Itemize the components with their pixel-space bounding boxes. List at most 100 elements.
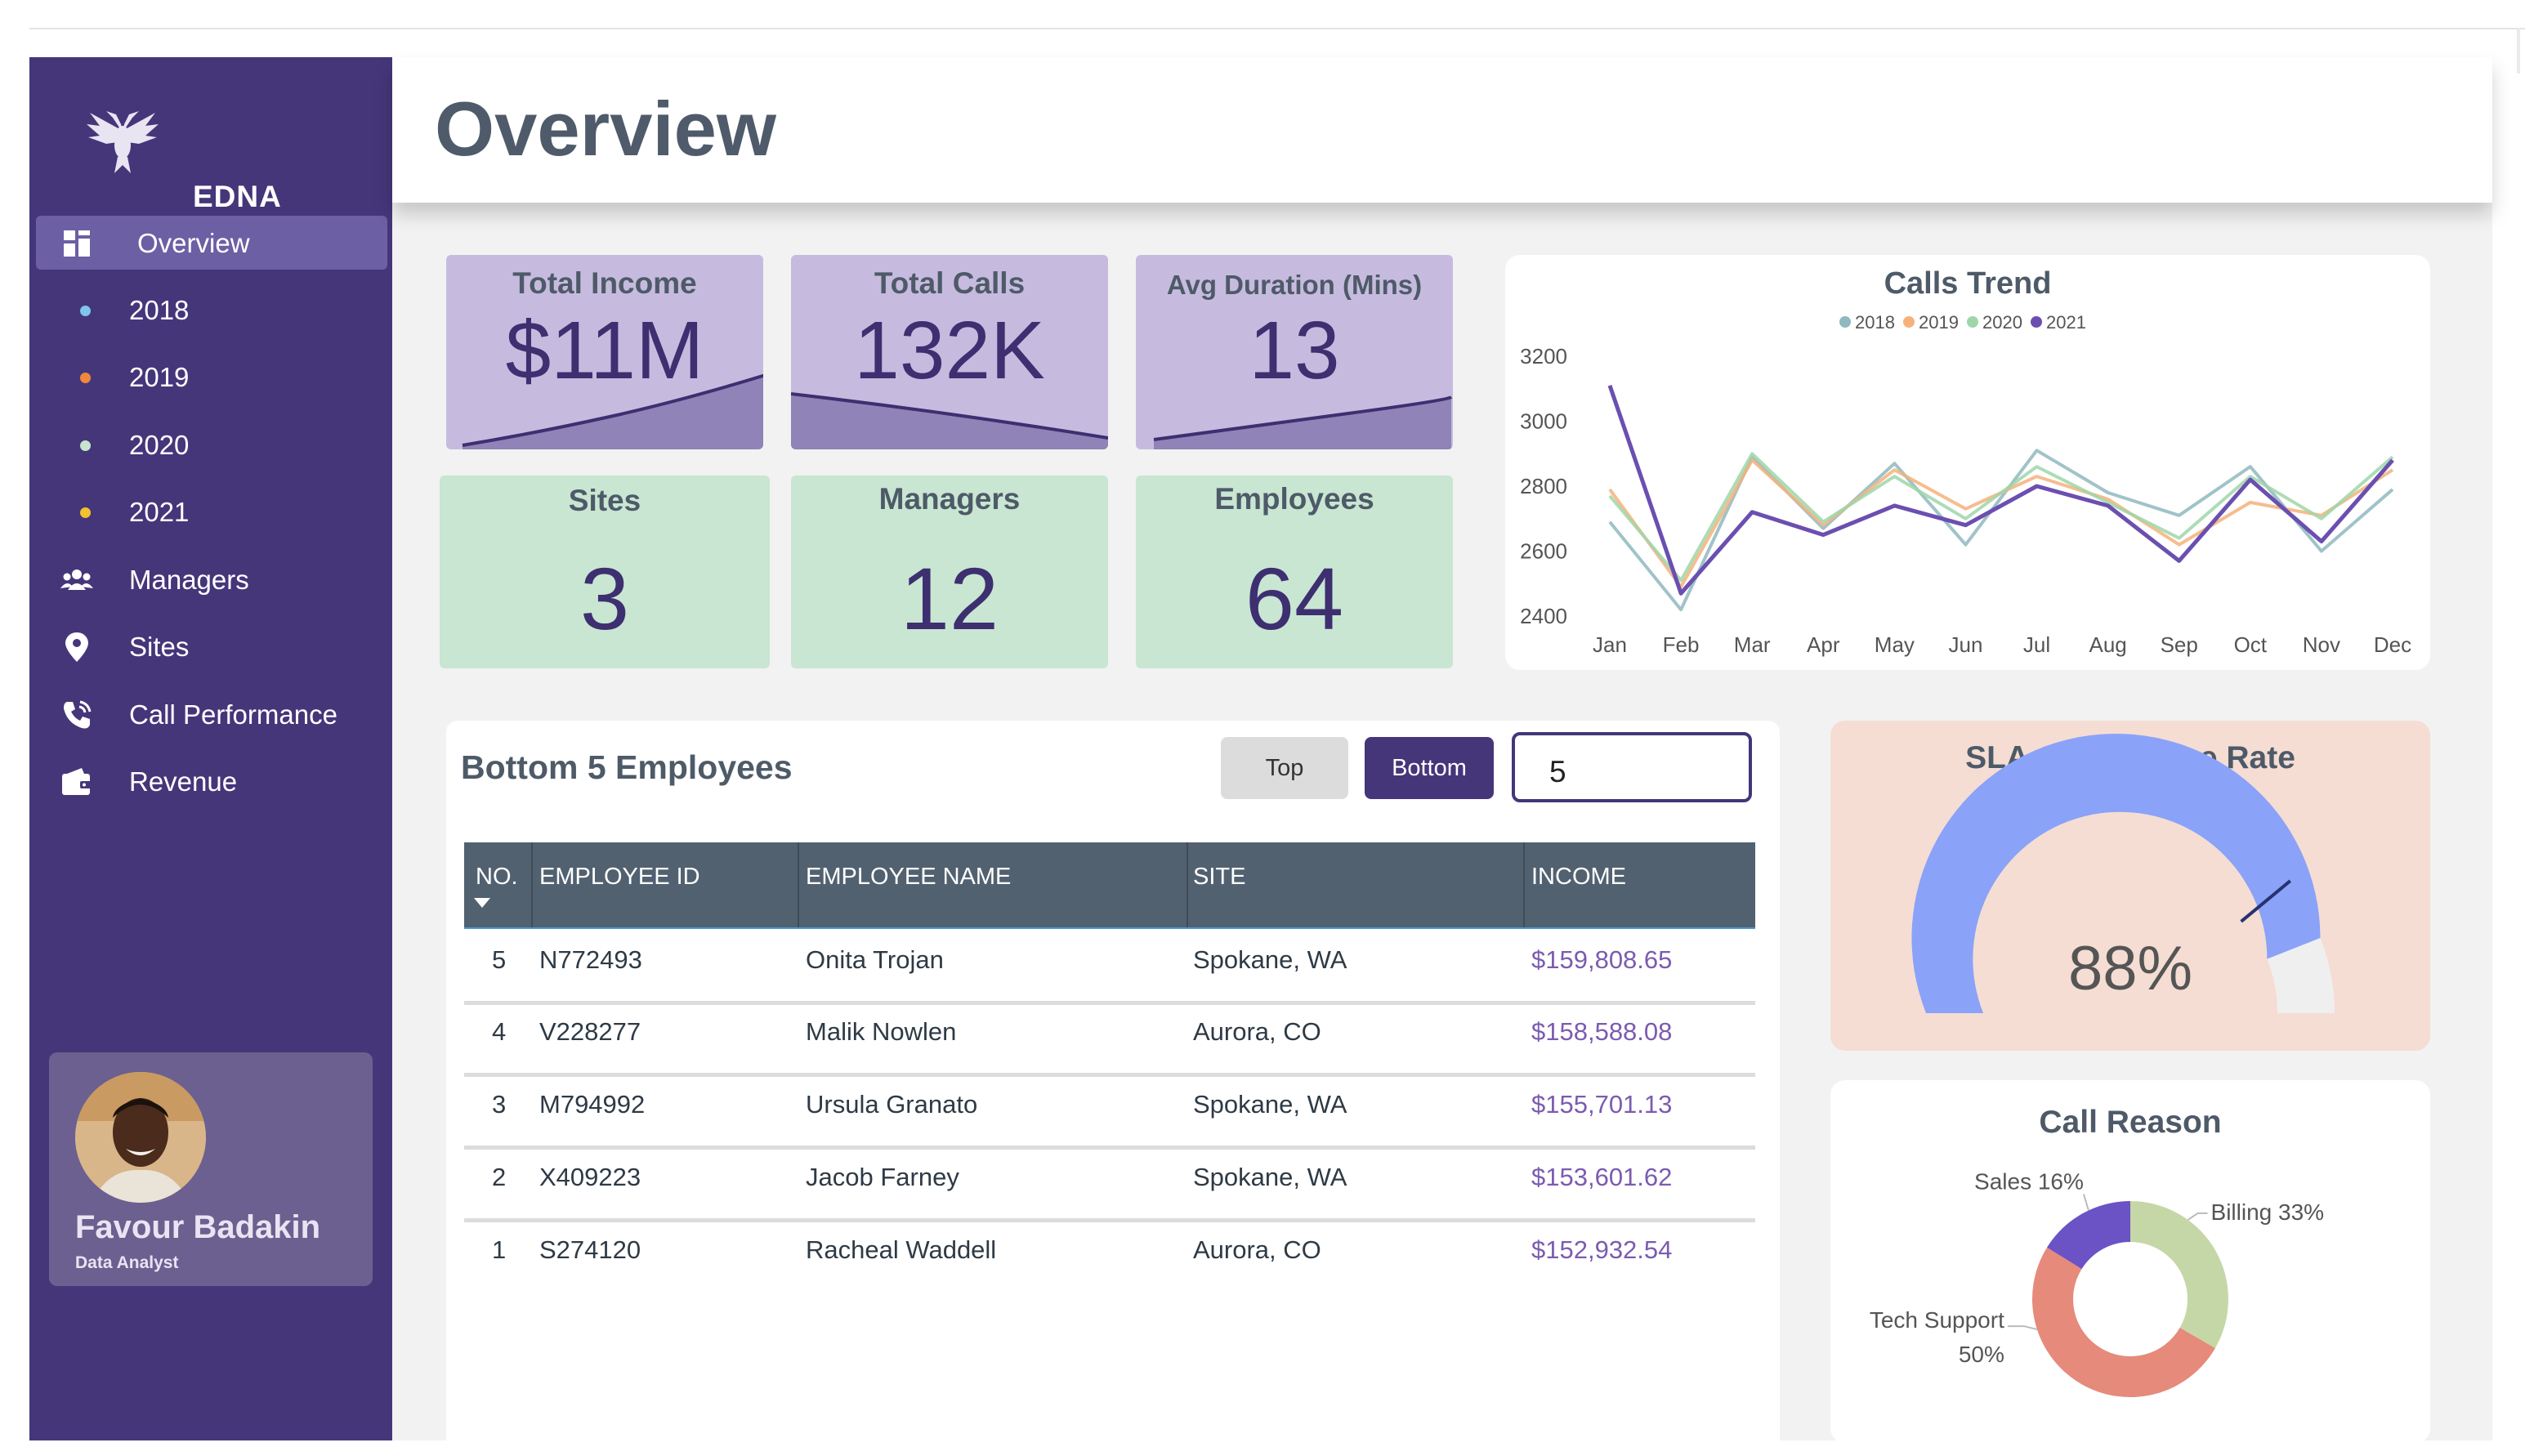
series-line-2019	[1608, 458, 2394, 589]
sparkline-area	[462, 373, 763, 449]
kpi-sites: Sites 3	[440, 476, 770, 668]
cell-no: 2	[492, 1163, 507, 1191]
wallet-icon	[62, 768, 92, 795]
column-divider	[531, 842, 533, 927]
sidebar-item-label: 2018	[129, 295, 190, 325]
kpi-managers: Managers 12	[791, 476, 1108, 668]
cell-site: Aurora, CO	[1193, 1017, 1321, 1046]
sidebar-item-sites[interactable]: Sites	[36, 619, 387, 673]
cell-no: 5	[492, 945, 507, 974]
people-icon	[60, 569, 93, 590]
table-row[interactable]: 2 X409223 Jacob Farney Spokane, WA $153,…	[464, 1146, 1755, 1222]
employee-count-value: 5	[1549, 755, 1566, 788]
cell-income: $152,932.54	[1531, 1235, 1673, 1264]
sidebar-item-2019[interactable]: 2019	[36, 350, 387, 404]
table-row[interactable]: 5 N772493 Onita Trojan Spokane, WA $159,…	[464, 927, 1755, 1005]
sidebar-item-2018[interactable]: 2018	[36, 283, 387, 337]
legend-marker	[1839, 316, 1851, 328]
legend-marker	[2031, 316, 2042, 328]
sidebar-item-revenue[interactable]: Revenue	[36, 754, 387, 808]
series-line-2020	[1608, 452, 2394, 583]
leader-line	[2007, 1325, 2038, 1331]
call-reason-card: Call Reason Billing 33% Tech Support 50% Sa…	[1830, 1080, 2430, 1443]
column-header-income[interactable]: INCOME	[1531, 864, 1626, 891]
cell-employee-name: Onita Trojan	[806, 945, 944, 974]
sidebar-item-2021[interactable]: 2021	[36, 485, 387, 538]
slice-label-tech-support: Tech Support	[1870, 1307, 2004, 1333]
sidebar-item-2020[interactable]: 2020	[36, 418, 387, 471]
sla-card: SLA Compliance Rate 88%	[1830, 721, 2430, 1051]
top-toggle-button[interactable]: Top	[1221, 737, 1348, 799]
sparkline-area	[791, 392, 1108, 449]
x-tick-label: Mar	[1734, 632, 1771, 657]
year-dot-icon	[80, 507, 91, 518]
y-tick-label: 2400	[1520, 604, 1567, 628]
dashboard-icon	[64, 230, 90, 257]
slice-label-billing: Billing 33%	[2211, 1199, 2325, 1225]
kpi-total-income: Total Income $11M	[446, 255, 763, 449]
column-header-employee-name[interactable]: EMPLOYEE NAME	[806, 864, 1011, 891]
call-reason-donut-chart: Billing 33% Tech Support 50% Sales 16%	[1870, 1168, 2325, 1398]
kpi-avg-duration: Avg Duration (Mins) 13	[1136, 255, 1453, 449]
logo: EDNA	[82, 108, 376, 213]
sidebar-item-managers[interactable]: Managers	[36, 552, 387, 606]
kpi-title: Avg Duration (Mins)	[1166, 270, 1423, 300]
bottom-toggle-button[interactable]: Bottom	[1365, 737, 1494, 799]
employees-card: Bottom 5 Employees Top Bottom 5 NO. EMPL…	[446, 721, 1780, 1456]
kpi-title: Managers	[878, 482, 1021, 516]
column-header-site[interactable]: SITE	[1193, 864, 1245, 891]
legend-label: 2021	[2046, 312, 2086, 333]
cell-employee-name: Ursula Granato	[806, 1090, 978, 1119]
table-row[interactable]: 4 V228277 Malik Nowlen Aurora, CO $158,5…	[464, 1001, 1755, 1077]
profile-role: Data Analyst	[75, 1253, 179, 1272]
year-dot-icon	[80, 440, 91, 451]
eagle-logo-icon	[87, 111, 159, 173]
calls-trend-chart: 2400 2600 2800 3000 3200 Jan Feb Mar Apr May Jun Ju…	[1520, 312, 2411, 657]
x-tick-label: May	[1875, 632, 1915, 657]
cell-site: Aurora, CO	[1193, 1235, 1321, 1264]
cell-income: $155,701.13	[1531, 1090, 1673, 1119]
cell-income: $158,588.08	[1531, 1017, 1673, 1046]
column-header-no[interactable]: NO.	[476, 864, 518, 891]
sidebar-item-label: 2021	[129, 497, 190, 527]
sidebar-item-label: Overview	[137, 228, 250, 258]
x-tick-label: Oct	[2234, 632, 2268, 657]
legend-label: 2018	[1855, 312, 1895, 333]
cell-site: Spokane, WA	[1193, 1163, 1347, 1191]
slice-label-sales: Sales 16%	[1974, 1168, 2084, 1194]
sidebar-item-label: Call Performance	[129, 699, 337, 730]
column-header-employee-id[interactable]: EMPLOYEE ID	[539, 864, 700, 891]
cell-no: 4	[492, 1017, 507, 1046]
cell-employee-id: M794992	[539, 1090, 646, 1119]
kpi-title: Employees	[1214, 482, 1374, 516]
column-divider	[1523, 842, 1525, 927]
legend-marker	[1903, 316, 1915, 328]
sidebar-item-overview[interactable]: Overview	[36, 216, 387, 270]
kpi-total-calls: Total Calls 132K	[791, 255, 1108, 449]
sort-descending-icon[interactable]	[474, 898, 490, 909]
cell-site: Spokane, WA	[1193, 1090, 1347, 1119]
sidebar: EDNA Overview 2018 2019 2020 2021 Manage…	[29, 57, 392, 1440]
phone-icon	[64, 700, 92, 729]
app-name: EDNA	[193, 180, 282, 213]
series-line-2018	[1608, 449, 2394, 612]
sidebar-item-call-performance[interactable]: Call Performance	[36, 687, 387, 741]
cell-employee-id: N772493	[539, 945, 642, 974]
avatar	[75, 1072, 206, 1203]
cell-no: 3	[492, 1090, 507, 1119]
x-tick-label: Sep	[2161, 632, 2198, 657]
profile-photo	[75, 1072, 206, 1203]
sidebar-item-label: Managers	[129, 565, 249, 595]
employee-count-input[interactable]: 5	[1512, 732, 1752, 802]
cell-site: Spokane, WA	[1193, 945, 1347, 974]
cell-employee-name: Malik Nowlen	[806, 1017, 957, 1046]
table-row[interactable]: 3 M794992 Ursula Granato Spokane, WA $15…	[464, 1074, 1755, 1150]
y-tick-label: 2600	[1520, 539, 1567, 564]
cell-no: 1	[492, 1235, 507, 1264]
column-divider	[798, 842, 799, 927]
calls-trend-card: Calls Trend 2400 2600 2800 3000 3200 Jan Feb Ma…	[1505, 255, 2430, 670]
sla-value: 88%	[2067, 934, 2193, 1003]
legend-label: 2019	[1919, 312, 1959, 333]
table-row[interactable]: 1 S274120 Racheal Waddell Aurora, CO $15…	[464, 1219, 1755, 1291]
cell-income: $153,601.62	[1531, 1163, 1673, 1191]
